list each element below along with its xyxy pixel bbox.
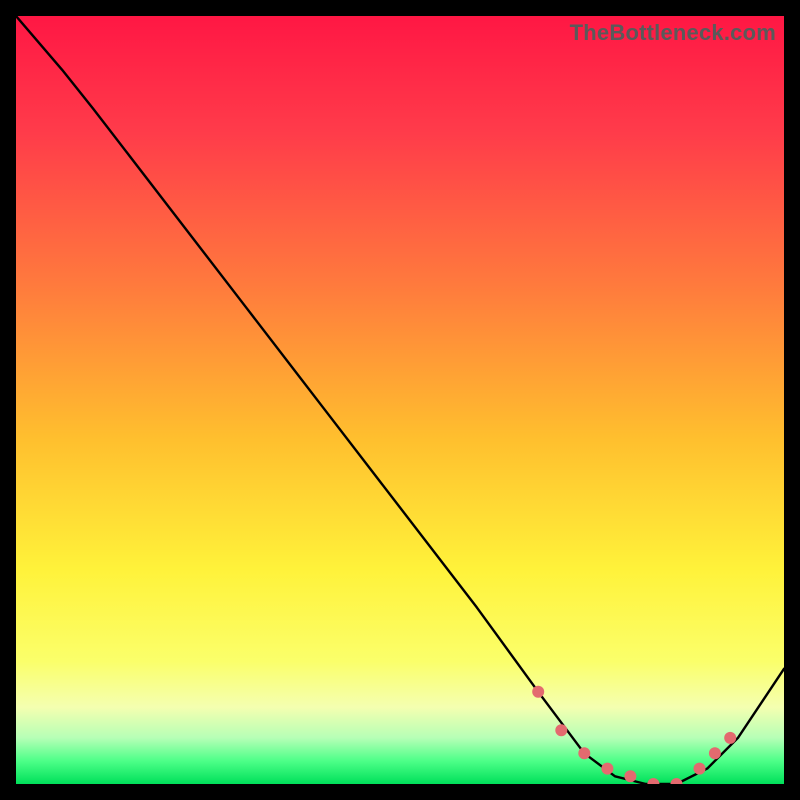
flat-region-marker — [709, 747, 721, 759]
flat-region-marker — [647, 778, 659, 784]
flat-region-marker — [532, 686, 544, 698]
chart-frame: TheBottleneck.com — [16, 16, 784, 784]
flat-region-marker — [624, 770, 636, 782]
flat-region-marker — [555, 724, 567, 736]
flat-region-marker — [724, 732, 736, 744]
flat-region-marker — [578, 747, 590, 759]
flat-region-marker — [601, 763, 613, 775]
chart-curve-layer — [16, 16, 784, 784]
flat-region-marker — [694, 763, 706, 775]
flat-region-marker — [671, 778, 683, 784]
bottleneck-curve-line — [16, 16, 784, 784]
